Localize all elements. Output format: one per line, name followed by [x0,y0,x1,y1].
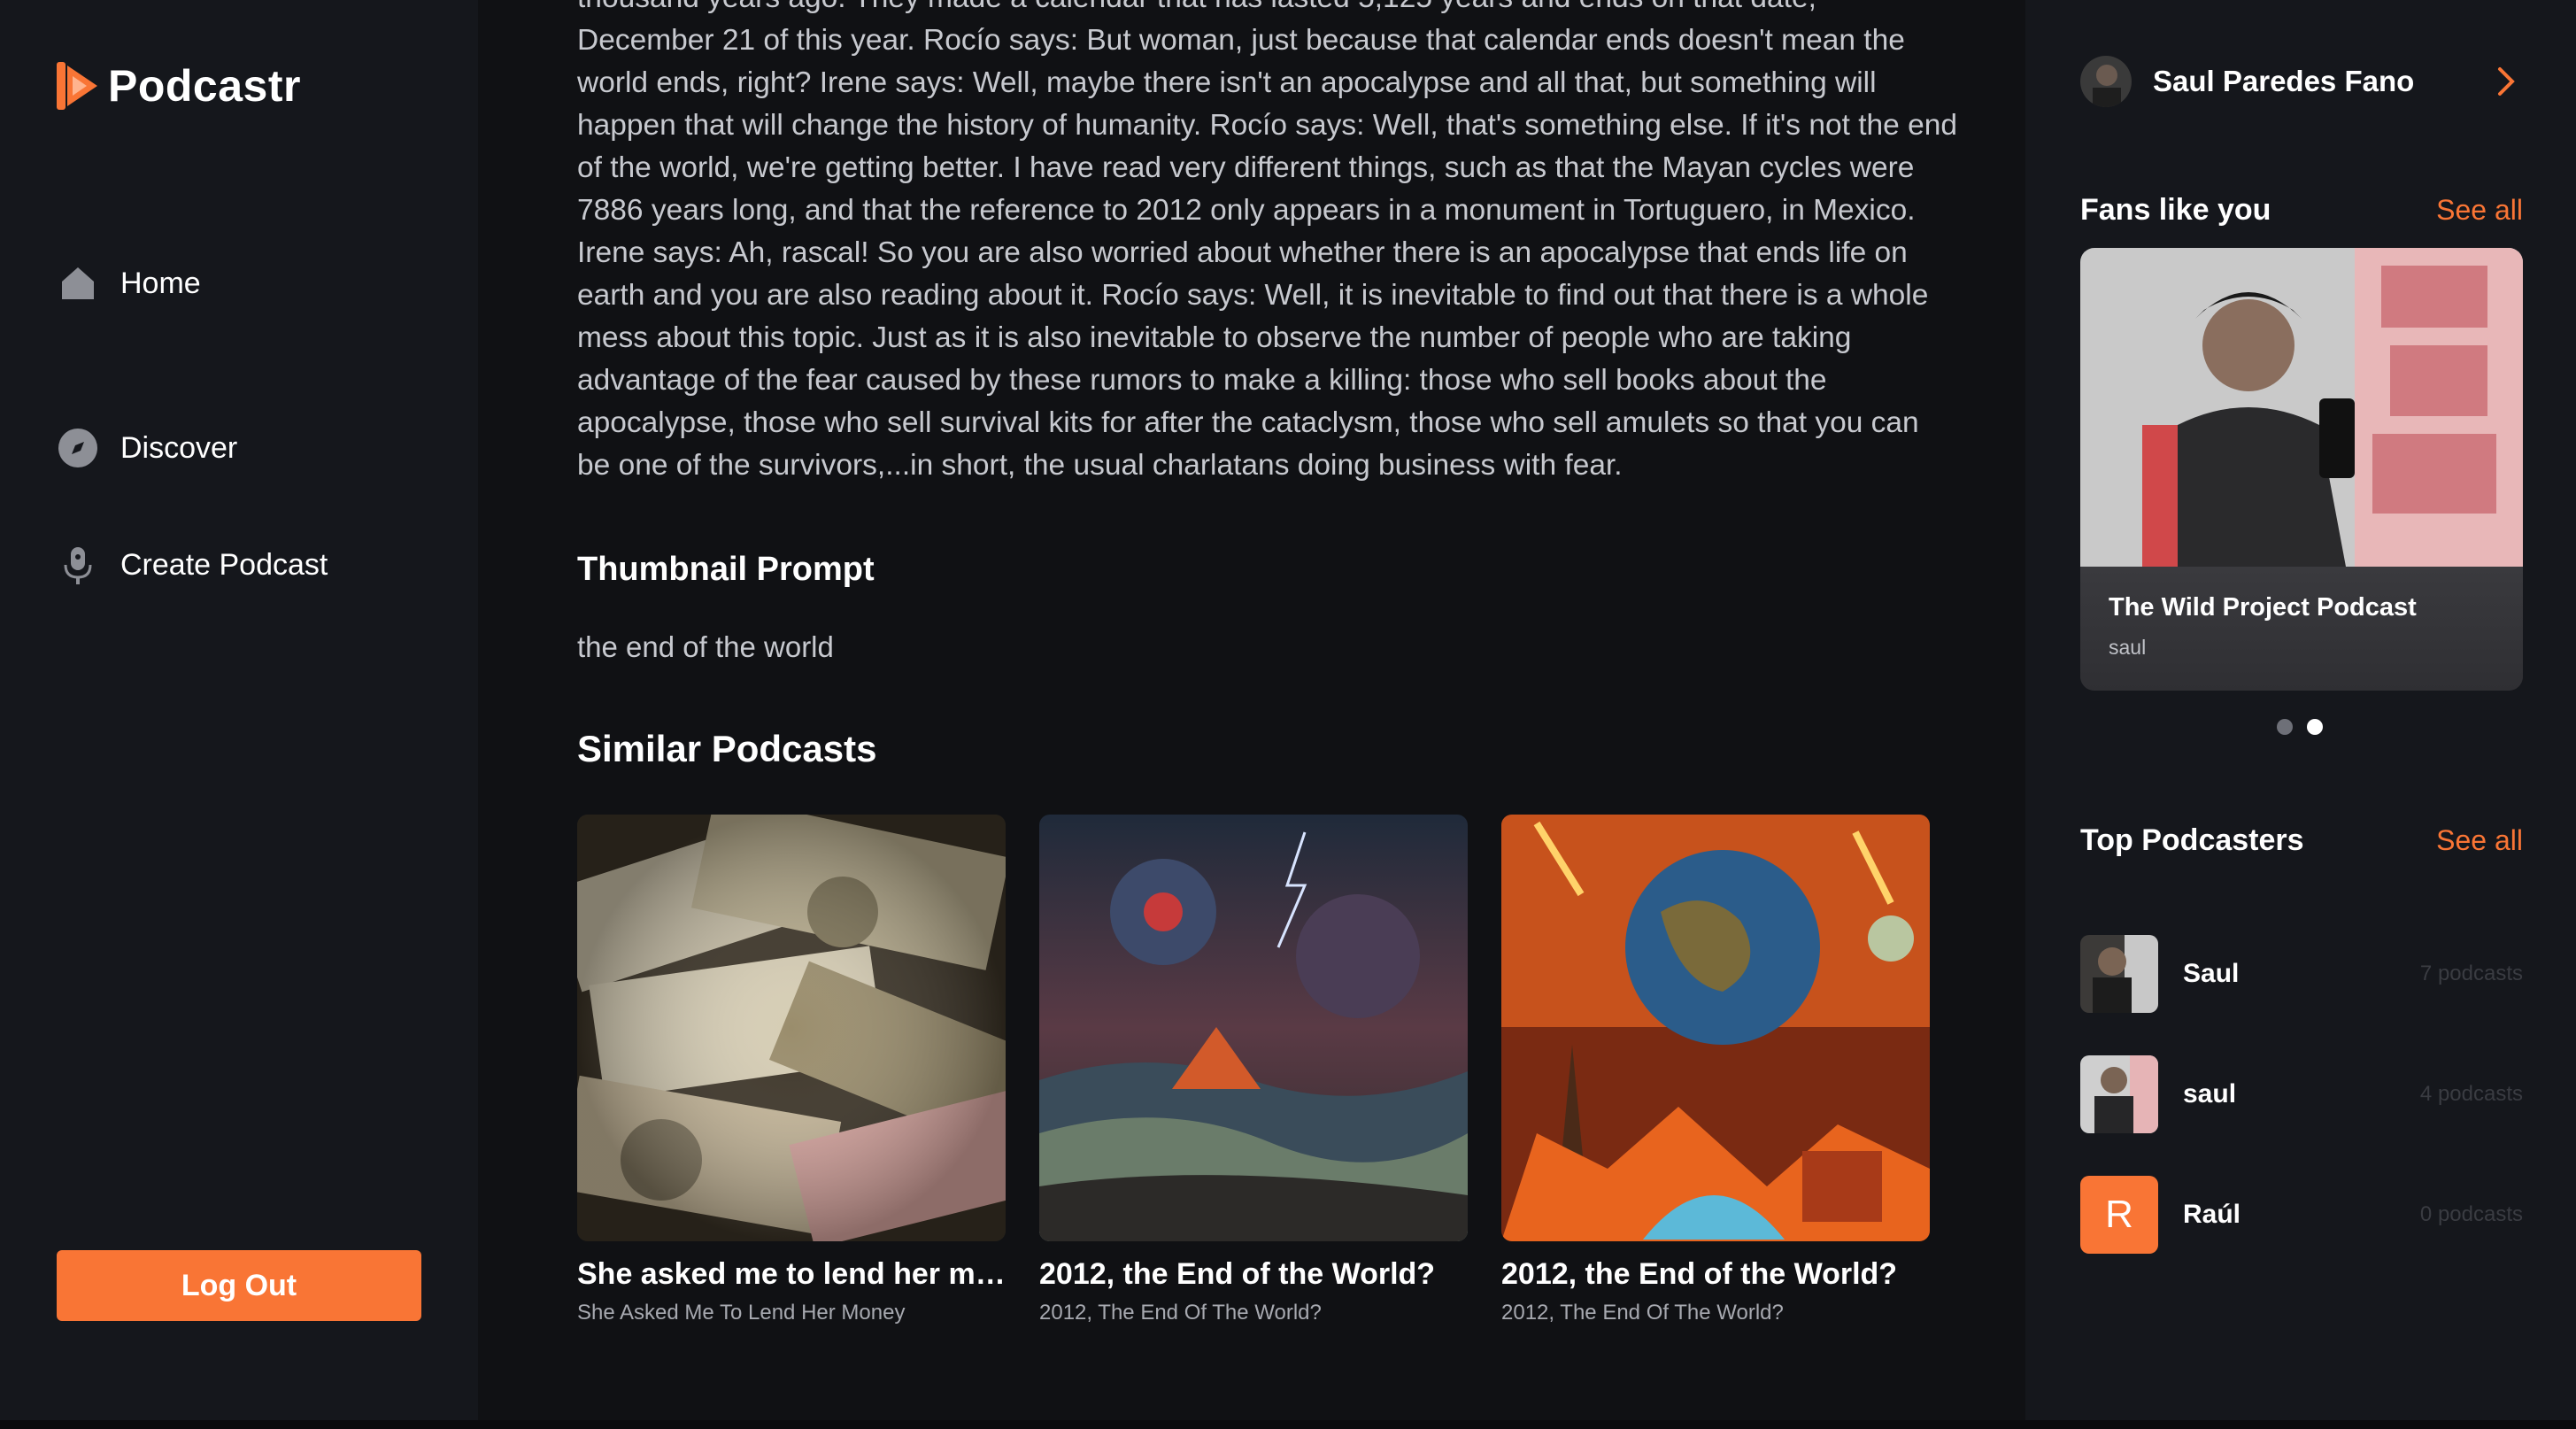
right-sidebar: Saul Paredes Fano Fans like you See all … [2025,0,2576,1420]
avatar [2080,1055,2158,1133]
avatar [2080,935,2158,1013]
avatar-initial: R [2080,1176,2158,1254]
top-podcasters-see-all-link[interactable]: See all [2436,824,2523,857]
podcast-details-main: thousand years ago. They made a calendar… [478,0,2025,1420]
fan-podcast-image [2080,248,2523,567]
podcaster-count: 4 podcasts [2419,1082,2523,1106]
chevron-right-icon[interactable] [2487,64,2523,99]
fans-see-all-link[interactable]: See all [2436,194,2523,227]
user-profile-link[interactable]: Saul Paredes Fano [2080,55,2523,108]
podcaster-row[interactable]: Saul 7 podcasts [2080,935,2523,1013]
home-icon [62,267,94,299]
bottom-strip [0,1420,2576,1429]
nav-home[interactable]: Home [57,262,201,305]
fans-header: Fans like you See all [2080,193,2523,228]
logout-button[interactable]: Log Out [57,1250,421,1321]
similar-podcast-card[interactable]: She asked me to lend her money She Asked… [577,815,1006,1325]
similar-podcasts-heading: Similar Podcasts [577,728,877,769]
podcaster-row[interactable]: R Raúl 0 podcasts [2080,1176,2523,1254]
left-sidebar: Podcastr Home Discover Create Podcast Lo… [0,0,478,1420]
similar-podcast-card[interactable]: 2012, the End of the World? 2012, The En… [1501,815,1930,1325]
app-logo[interactable]: Podcastr [55,58,301,113]
podcast-thumbnail[interactable] [1039,815,1468,1241]
avatar [2080,56,2132,107]
fan-podcast-card[interactable]: The Wild Project Podcast saul [2080,248,2523,691]
thumbnail-prompt-heading: Thumbnail Prompt [577,551,875,588]
podcastr-logo-icon [57,62,97,110]
carousel-dot[interactable] [2277,719,2293,735]
similar-podcast-title[interactable]: 2012, the End of the World? [1501,1257,1930,1292]
podcaster-name: Saul [2183,959,2240,988]
carousel-dots [2277,719,2323,735]
podcaster-row[interactable]: saul 4 podcasts [2080,1055,2523,1133]
similar-podcast-subtitle: 2012, The End Of The World? [1039,1301,1322,1325]
microphone-icon [64,547,92,584]
app-name: Podcastr [108,61,301,111]
nav-discover[interactable]: Discover [57,427,237,469]
podcast-thumbnail[interactable] [1501,815,1930,1241]
similar-podcast-card[interactable]: 2012, the End of the World? 2012, The En… [1039,815,1468,1325]
fan-card-author: saul [2109,636,2147,659]
podcaster-name: saul [2183,1079,2237,1108]
fans-heading: Fans like you [2080,193,2271,227]
top-podcasters-heading: Top Podcasters [2080,823,2304,857]
user-name: Saul Paredes Fano [2153,65,2415,97]
thumbnail-prompt-text: the end of the world [577,630,834,663]
podcast-thumbnail[interactable] [577,815,1006,1241]
similar-podcast-title[interactable]: 2012, the End of the World? [1039,1257,1468,1292]
fan-card-info: The Wild Project Podcast saul [2080,567,2523,691]
similar-podcast-title[interactable]: She asked me to lend her money [577,1257,1006,1292]
carousel-dot-active[interactable] [2307,719,2323,735]
similar-podcast-subtitle: She Asked Me To Lend Her Money [577,1301,906,1325]
nav-create-podcast[interactable]: Create Podcast [57,544,328,586]
similar-podcast-subtitle: 2012, The End Of The World? [1501,1301,1784,1325]
podcaster-name: Raúl [2183,1200,2241,1229]
podcast-transcript: thousand years ago. They made a calendar… [577,0,1957,482]
nav-discover-label: Discover [120,430,238,465]
top-podcasters-header: Top Podcasters See all [2080,823,2523,858]
podcaster-count: 7 podcasts [2419,962,2523,985]
compass-icon [58,429,97,467]
podcaster-count: 0 podcasts [2419,1202,2523,1226]
fan-card-title: The Wild Project Podcast [2109,593,2417,622]
nav-create-label: Create Podcast [120,547,328,582]
nav-home-label: Home [120,266,201,300]
